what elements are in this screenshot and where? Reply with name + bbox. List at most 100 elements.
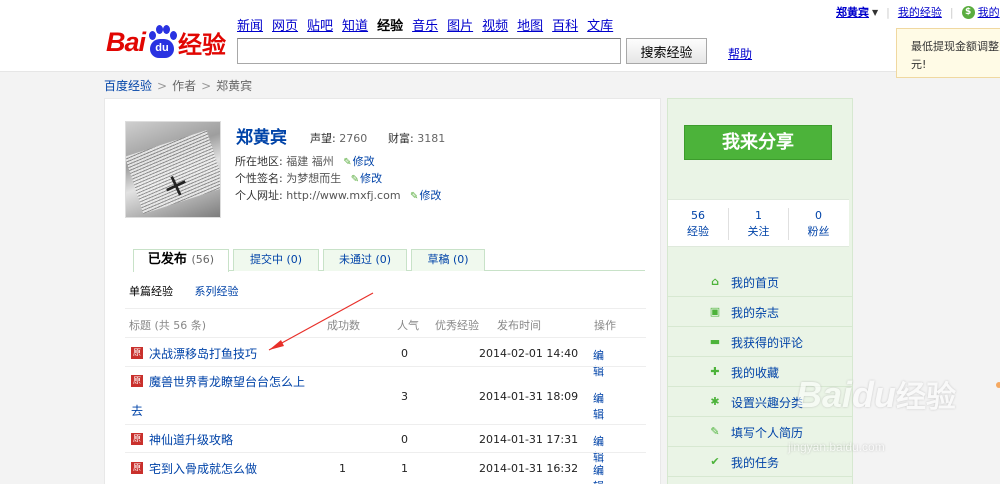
nav-item-jingyan[interactable]: 经验 [377,15,403,34]
tab-published[interactable]: 已发布 (56) [133,249,229,272]
pencil-icon: ✎ [350,174,360,185]
article-title-link[interactable]: 决战漂移岛打鱼技巧 [149,345,257,362]
tab-count: (0) [375,253,392,266]
my-wealth-link[interactable]: 我的 [978,4,1000,20]
location-row: 所在地区: 福建 福州 ✎修改 [235,153,375,169]
original-badge: 原 [131,433,143,445]
nav-item-map[interactable]: 地图 [517,15,543,34]
sidebar-item-interests[interactable]: ✱ 设置兴趣分类 [668,387,852,417]
sidebar-item-label: 填写个人简历 [731,426,804,440]
prestige-label: 声望: [310,132,336,145]
divider [125,337,646,338]
gear-icon: ✱ [710,395,720,408]
nav-item-baike[interactable]: 百科 [552,15,578,34]
tab-submitting[interactable]: 提交中 (0) [233,249,319,271]
tab-count: (0) [286,253,303,266]
subtab-series[interactable]: 系列经验 [195,285,239,298]
help-link[interactable]: 帮助 [728,45,752,62]
edit-label: 修改 [352,155,375,168]
col-popularity: 人气 [397,319,419,332]
breadcrumb-author: 作者 [172,79,197,93]
sidebar-item-home[interactable]: ⌂ 我的首页 [668,267,852,297]
user-bar: 郑黄宾 ▼ | 我的经验 | $ 我的 [836,4,1000,20]
divider: | [886,5,890,19]
nav-item-video[interactable]: 视频 [482,15,508,34]
divider: | [949,5,954,19]
article-title-link[interactable]: 宅到入骨成就怎么做 [149,460,257,477]
edit-article-link[interactable]: 编辑 [593,347,604,379]
watermark-jingyan: 经验 [896,380,957,415]
sidebar-menu: ⌂ 我的首页 ▣ 我的杂志 ▬ 我获得的评论 ✚ 我的收藏 ✱ 设置兴趣分类 ✎… [668,267,852,477]
username-link[interactable]: 郑黄宾 [836,4,869,20]
right-sidebar: 我来分享 56 经验 1 关注 0 粉丝 ⌂ 我的首页 ▣ 我的杂志 ▬ 我获得… [667,98,853,484]
nav-item-zhidao[interactable]: 知道 [342,15,368,34]
popularity-value: 0 [401,433,408,446]
article-title-link-wrap[interactable]: 去 [131,402,143,419]
success-value: 1 [339,462,346,475]
baidu-jingyan-logo[interactable]: Bai du 经验 [106,22,226,62]
header: Bai du 经验 新闻 网页 贴吧 知道 经验 音乐 图片 视频 地图 百科 … [0,0,1000,72]
search-input[interactable] [237,38,621,64]
edit-article-link[interactable]: 编辑 [593,462,604,484]
count-number: 0 [815,209,822,222]
edit-article-link[interactable]: 编辑 [593,433,604,465]
pencil-icon: ✎ [343,157,352,168]
subtab-single[interactable]: 单篇经验 [129,285,173,298]
nav-item-music[interactable]: 音乐 [412,15,438,34]
breadcrumb-home[interactable]: 百度经验 [104,79,152,93]
edit-article-link[interactable]: 编辑 [593,390,604,422]
breadcrumb-separator-icon: > [201,79,212,93]
avatar: ✕ [125,121,221,218]
popularity-value: 1 [401,462,408,475]
publish-time: 2014-01-31 16:32 [479,462,579,475]
sidebar-item-label: 我的杂志 [731,306,780,320]
chevron-down-icon[interactable]: ▼ [872,8,878,17]
count-following[interactable]: 1 关注 [728,208,788,240]
divider [125,452,646,453]
tab-rejected[interactable]: 未通过 (0) [323,249,407,271]
sidebar-item-label: 设置兴趣分类 [731,396,804,410]
article-title-link[interactable]: 魔兽世界青龙瞭望台台怎么上 [149,373,305,390]
popularity-value: 3 [401,390,408,403]
red-arrow-annotation [268,292,374,351]
nav-item-images[interactable]: 图片 [447,15,473,34]
publish-time: 2014-02-01 14:40 [479,347,579,360]
edit-location-link[interactable]: ✎修改 [343,155,374,168]
comment-icon: ▬ [709,335,721,348]
count-number: 56 [691,209,705,222]
wealth-label: 财富: [388,132,414,145]
user-counts: 56 经验 1 关注 0 粉丝 [668,199,849,247]
count-jingyan[interactable]: 56 经验 [668,208,728,240]
publish-time: 2014-01-31 18:09 [479,390,579,403]
original-badge: 原 [131,462,143,474]
edit-signature-link[interactable]: ✎修改 [351,172,382,185]
nav-item-web[interactable]: 网页 [272,15,298,34]
my-jingyan-link[interactable]: 我的经验 [898,4,942,20]
sidebar-item-tasks[interactable]: ✔ 我的任务 [668,447,852,477]
edit-website-link[interactable]: ✎修改 [410,189,441,202]
share-button[interactable]: 我来分享 [684,125,832,160]
website-row: 个人网址: http://www.mxfj.com ✎修改 [235,187,441,203]
search-button[interactable]: 搜索经验 [626,38,707,64]
author-name: 郑黄宾 [236,128,287,148]
sidebar-item-favorites[interactable]: ✚ 我的收藏 [668,357,852,387]
divider [125,424,646,425]
nav-item-wenku[interactable]: 文库 [587,15,613,34]
sidebar-item-resume[interactable]: ✎ 填写个人简历 [668,417,852,447]
edit-icon: ✎ [710,425,720,438]
article-title-link[interactable]: 神仙道升级攻略 [149,431,233,448]
sidebar-item-label: 我的首页 [731,276,780,290]
tab-drafts[interactable]: 草稿 (0) [411,249,485,271]
logo-jingyan: 经验 [178,30,227,59]
website-value: http://www.mxfj.com [286,189,401,202]
count-fans[interactable]: 0 粉丝 [788,208,848,240]
col-title: 标题 (共 56 条) [129,319,207,332]
sidebar-item-magazine[interactable]: ▣ 我的杂志 [668,297,852,327]
sidebar-item-comments[interactable]: ▬ 我获得的评论 [668,327,852,357]
signature-value: 为梦想而生 [286,172,342,185]
nav-item-tieba[interactable]: 贴吧 [307,15,333,34]
nav-item-news[interactable]: 新闻 [237,15,263,34]
magazine-icon: ▣ [709,305,721,318]
tab-label: 已发布 [147,252,187,267]
article-type-switch: 单篇经验 系列经验 [129,283,239,299]
